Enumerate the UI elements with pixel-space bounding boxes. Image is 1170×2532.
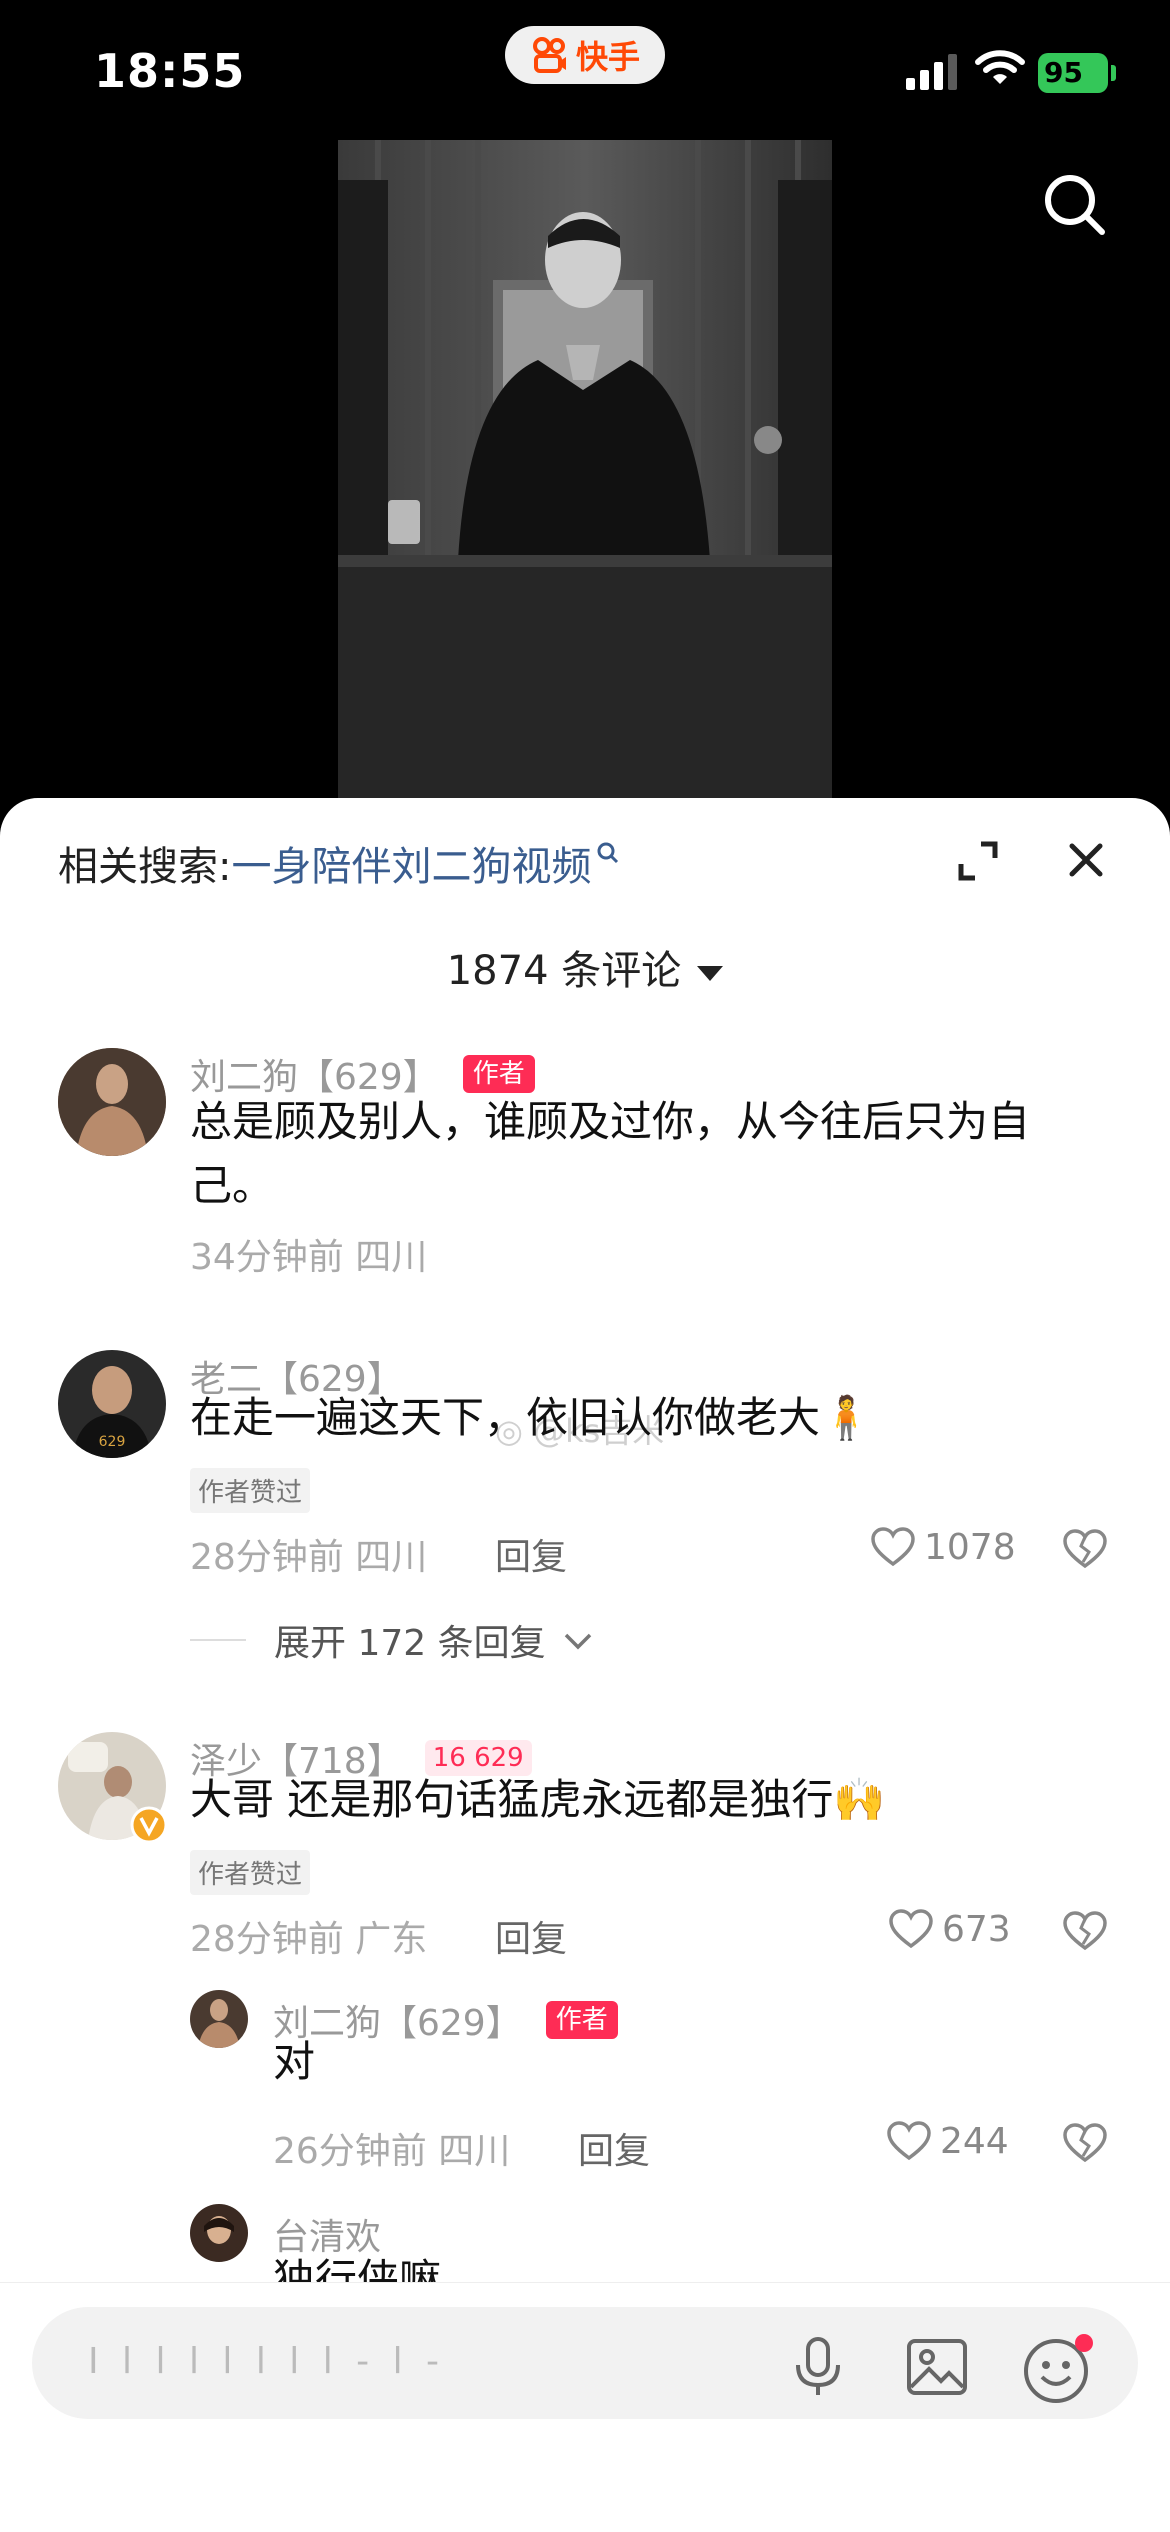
chevron-down-icon [564, 1633, 591, 1650]
reply-meta: 26分钟前 四川 [273, 2131, 511, 2172]
avatar[interactable] [190, 1990, 248, 2048]
image-icon[interactable] [905, 2335, 969, 2403]
kuaishou-logo-icon [530, 36, 568, 74]
like-button[interactable]: 244 [886, 2120, 1009, 2162]
like-button[interactable]: 1078 [870, 1526, 1016, 1568]
comment-text: 大哥 还是那句话猛虎永远都是独行🙌 [190, 1775, 886, 1824]
close-icon[interactable] [1064, 838, 1108, 882]
comment-input[interactable]: I l l l l l l l - l - [32, 2307, 1138, 2419]
comment-text: 总是顾及别人，谁顾及过你，从今往后只为自己。 [190, 1097, 1031, 1210]
verified-badge-icon [130, 1806, 168, 1844]
dislike-heart-icon[interactable] [1062, 1528, 1108, 1570]
fullscreen-expand-icon[interactable] [955, 838, 1001, 884]
battery-level: 95 [1044, 56, 1083, 89]
related-search-label: 相关搜索: [58, 844, 232, 890]
video-player[interactable] [338, 140, 832, 800]
expand-replies-button[interactable]: 展开 172 条回复 [190, 1614, 596, 1666]
comment-meta: 34分钟前 四川 [190, 1237, 428, 1278]
like-count: 1078 [924, 1526, 1016, 1568]
comment-input-placeholder: I l l l l l l l - l - [88, 2341, 446, 2382]
heart-icon [887, 2121, 931, 2161]
reply-button[interactable]: 回复 [495, 1910, 567, 1962]
comment-count: 1874 条评论 [446, 948, 682, 994]
svg-text:629: 629 [99, 1434, 126, 1450]
heart-icon [889, 1909, 933, 1949]
heart-icon [871, 1527, 915, 1567]
status-time: 18:55 [94, 44, 246, 98]
dislike-heart-icon[interactable] [1062, 2122, 1108, 2164]
emoji-icon[interactable] [1022, 2333, 1094, 2409]
avatar[interactable] [58, 1048, 166, 1156]
wifi-icon [975, 48, 1025, 92]
expand-replies-label: 展开 172 条回复 [274, 1623, 546, 1664]
comment-sheet: 相关搜索:一身陪伴刘二狗视频 1874 条评论 刘二狗【629】 作者 总是顾及… [0, 798, 1170, 2532]
comment-input-bar: I l l l l l l l - l - [0, 2282, 1170, 2532]
battery-tip [1111, 65, 1116, 81]
reply-text: 对 [273, 2037, 316, 2086]
like-count: 244 [940, 2120, 1009, 2162]
comment-meta: 28分钟前 广东 [190, 1919, 428, 1960]
dislike-heart-icon[interactable] [1062, 1910, 1108, 1952]
reply-button[interactable]: 回复 [495, 1528, 567, 1580]
search-icon[interactable] [1040, 170, 1110, 240]
avatar[interactable] [190, 2204, 248, 2262]
microphone-icon[interactable] [788, 2335, 848, 2403]
related-search-keyword[interactable]: 一身陪伴刘二狗视频 [231, 844, 591, 890]
status-bar: 18:55 快手 95 [0, 0, 1170, 140]
like-count: 673 [942, 1908, 1011, 1950]
reply-button[interactable]: 回复 [578, 2122, 650, 2174]
small-search-icon [595, 834, 621, 880]
author-badge: 作者 [462, 1055, 535, 1093]
video-frame-image [338, 140, 832, 800]
like-button[interactable]: 673 [888, 1908, 1011, 1950]
app-name: 快手 [575, 38, 640, 76]
comment-count-dropdown[interactable]: 1874 条评论 [0, 938, 1170, 996]
author-liked-tag: 作者赞过 [190, 1850, 311, 1895]
battery-indicator: 95 [1038, 53, 1108, 93]
avatar[interactable]: 629 [58, 1350, 166, 1458]
app-indicator-pill[interactable]: 快手 [505, 26, 665, 84]
cellular-signal-icon [906, 54, 958, 90]
caret-down-icon [697, 965, 724, 981]
author-liked-tag: 作者赞过 [190, 1468, 311, 1513]
comment-text: 在走一遍这天下，依旧认你做老大🧍 [190, 1393, 873, 1442]
related-search[interactable]: 相关搜索:一身陪伴刘二狗视频 [58, 834, 621, 892]
divider-line [190, 1639, 246, 1641]
comment-meta: 28分钟前 四川 [190, 1537, 428, 1578]
